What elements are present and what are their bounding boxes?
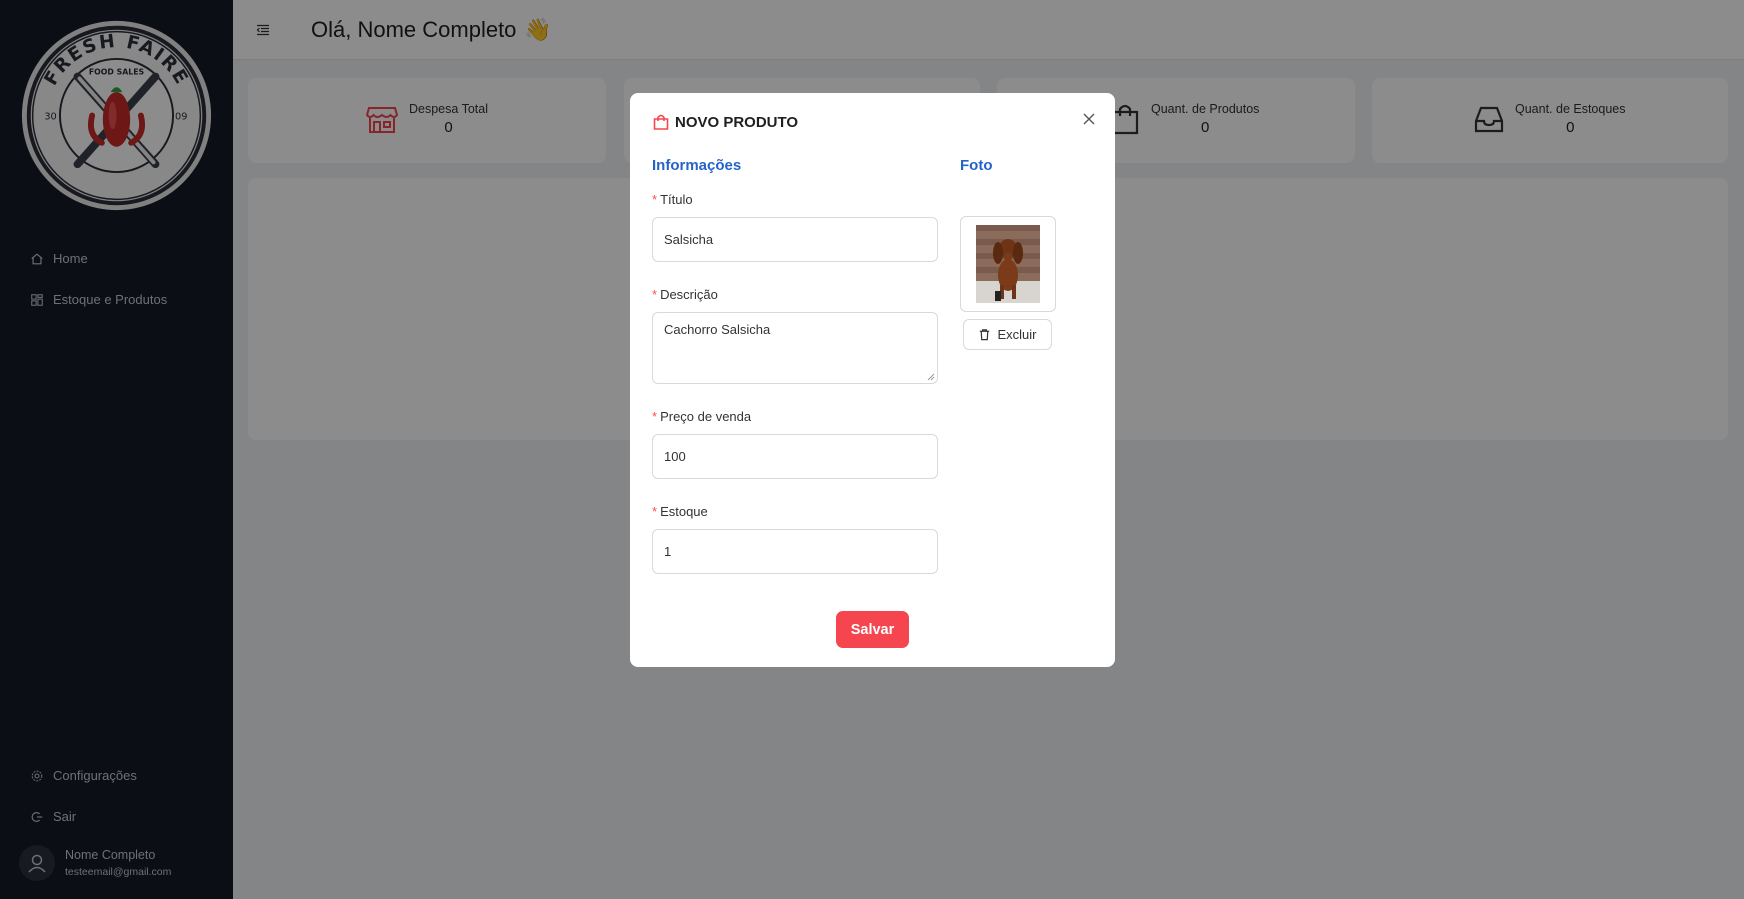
shopping-bag-icon bbox=[653, 114, 669, 130]
preco-label: * Preço de venda bbox=[652, 409, 752, 424]
estoque-label: * Estoque bbox=[652, 504, 708, 519]
delete-photo-button[interactable]: Excluir bbox=[963, 319, 1052, 350]
titulo-input[interactable]: Salsicha bbox=[652, 217, 938, 262]
section-foto: Foto bbox=[960, 157, 993, 174]
save-button[interactable]: Salvar bbox=[836, 611, 909, 648]
delete-label: Excluir bbox=[997, 327, 1037, 342]
trash-icon bbox=[980, 329, 990, 341]
preco-input[interactable]: 100 bbox=[652, 434, 938, 479]
photo-upload-box[interactable] bbox=[960, 216, 1056, 312]
new-product-modal: NOVO PRODUTO Informações Foto * Título Sa… bbox=[630, 93, 1115, 667]
close-icon[interactable] bbox=[1081, 111, 1097, 127]
section-informacoes: Informações bbox=[652, 157, 742, 174]
descricao-textarea[interactable]: Cachorro Salsicha bbox=[652, 312, 938, 384]
product-photo bbox=[976, 225, 1040, 303]
resize-handle-icon[interactable] bbox=[927, 373, 935, 381]
titulo-label: * Título bbox=[652, 192, 693, 207]
descricao-value: Cachorro Salsicha bbox=[664, 322, 771, 337]
descricao-label: * Descrição bbox=[652, 287, 718, 302]
modal-title-text: NOVO PRODUTO bbox=[675, 113, 799, 131]
modal-title: NOVO PRODUTO bbox=[652, 113, 798, 131]
estoque-input[interactable]: 1 bbox=[652, 529, 938, 574]
